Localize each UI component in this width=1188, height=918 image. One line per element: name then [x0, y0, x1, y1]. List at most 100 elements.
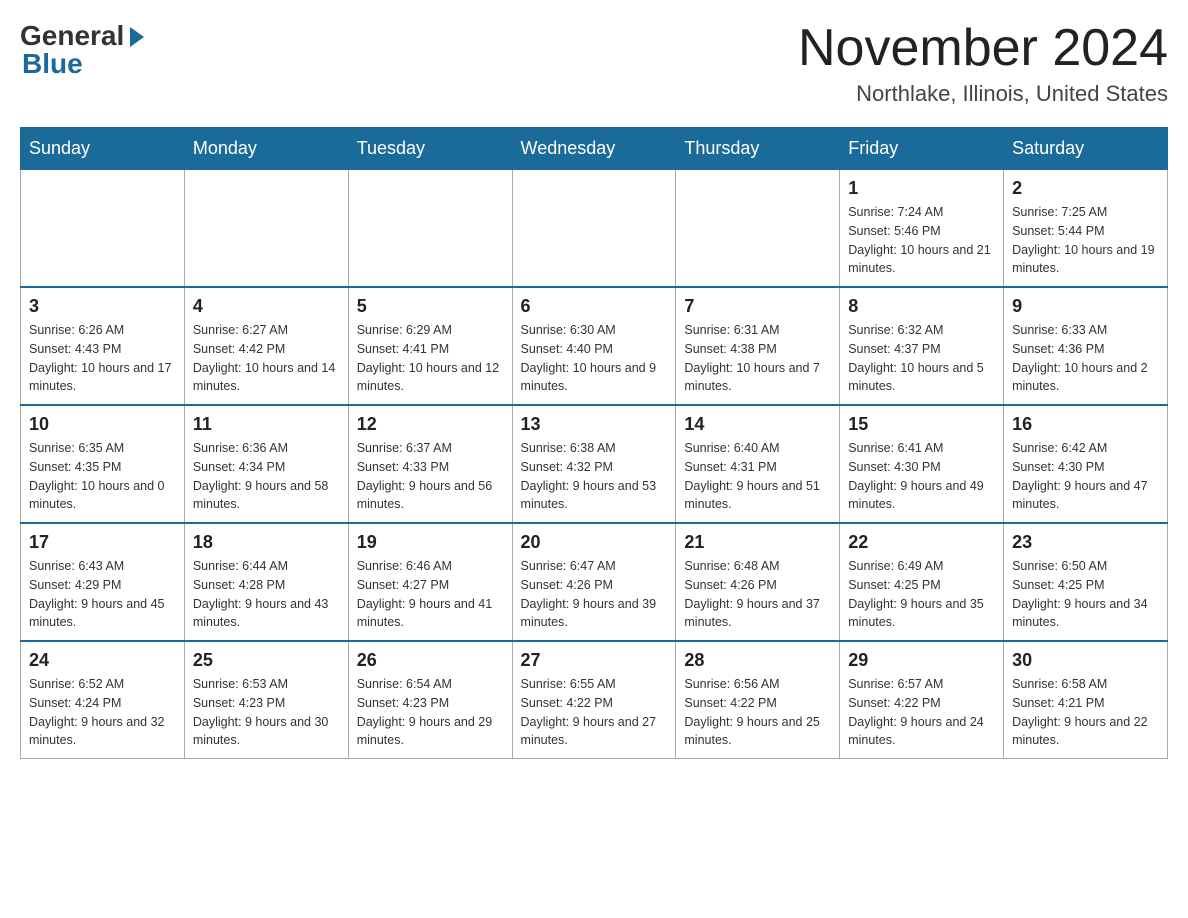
calendar-cell [676, 170, 840, 288]
day-number: 3 [29, 296, 176, 317]
day-info: Sunrise: 6:46 AMSunset: 4:27 PMDaylight:… [357, 557, 504, 632]
day-info: Sunrise: 6:26 AMSunset: 4:43 PMDaylight:… [29, 321, 176, 396]
day-number: 18 [193, 532, 340, 553]
calendar-cell: 22Sunrise: 6:49 AMSunset: 4:25 PMDayligh… [840, 523, 1004, 641]
calendar-week-row: 24Sunrise: 6:52 AMSunset: 4:24 PMDayligh… [21, 641, 1168, 759]
calendar-header-sunday: Sunday [21, 128, 185, 170]
page-header: General Blue November 2024 Northlake, Il… [20, 20, 1168, 107]
day-info: Sunrise: 6:31 AMSunset: 4:38 PMDaylight:… [684, 321, 831, 396]
day-info: Sunrise: 6:36 AMSunset: 4:34 PMDaylight:… [193, 439, 340, 514]
calendar-cell: 14 Sunrise: 6:40 AMSunset: 4:31 PMDayligh… [676, 405, 840, 523]
title-section: November 2024 Northlake, Illinois, Unite… [798, 20, 1168, 107]
calendar-header-row: SundayMondayTuesdayWednesdayThursdayFrid… [21, 128, 1168, 170]
calendar-cell: 18 Sunrise: 6:44 AMSunset: 4:28 PMDayligh… [184, 523, 348, 641]
calendar-cell: 23 Sunrise: 6:50 AMSunset: 4:25 PMDayligh… [1004, 523, 1168, 641]
calendar-cell [21, 170, 185, 288]
month-title: November 2024 [798, 20, 1168, 77]
calendar-header-thursday: Thursday [676, 128, 840, 170]
calendar-cell: 9 Sunrise: 6:33 AMSunset: 4:36 PMDaylight… [1004, 287, 1168, 405]
day-number: 7 [684, 296, 831, 317]
day-info: Sunrise: 6:57 AMSunset: 4:22 PMDaylight:… [848, 675, 995, 750]
calendar-cell: 30 Sunrise: 6:58 AMSunset: 4:21 PMDayligh… [1004, 641, 1168, 759]
day-info: Sunrise: 7:25 AMSunset: 5:44 PMDaylight:… [1012, 203, 1159, 278]
day-info: Sunrise: 6:49 AMSunset: 4:25 PMDaylight:… [848, 557, 995, 632]
calendar-cell: 15Sunrise: 6:41 AMSunset: 4:30 PMDayligh… [840, 405, 1004, 523]
day-number: 17 [29, 532, 176, 553]
logo-arrow-icon [130, 27, 144, 47]
day-number: 14 [684, 414, 831, 435]
calendar-cell: 24Sunrise: 6:52 AMSunset: 4:24 PMDayligh… [21, 641, 185, 759]
day-number: 26 [357, 650, 504, 671]
day-info: Sunrise: 6:50 AMSunset: 4:25 PMDaylight:… [1012, 557, 1159, 632]
day-info: Sunrise: 6:55 AMSunset: 4:22 PMDaylight:… [521, 675, 668, 750]
day-info: Sunrise: 6:43 AMSunset: 4:29 PMDaylight:… [29, 557, 176, 632]
calendar-cell: 27 Sunrise: 6:55 AMSunset: 4:22 PMDayligh… [512, 641, 676, 759]
day-info: Sunrise: 6:41 AMSunset: 4:30 PMDaylight:… [848, 439, 995, 514]
day-info: Sunrise: 6:58 AMSunset: 4:21 PMDaylight:… [1012, 675, 1159, 750]
day-number: 11 [193, 414, 340, 435]
day-number: 12 [357, 414, 504, 435]
day-info: Sunrise: 6:42 AMSunset: 4:30 PMDaylight:… [1012, 439, 1159, 514]
day-info: Sunrise: 6:48 AMSunset: 4:26 PMDaylight:… [684, 557, 831, 632]
calendar-cell: 16 Sunrise: 6:42 AMSunset: 4:30 PMDayligh… [1004, 405, 1168, 523]
day-number: 20 [521, 532, 668, 553]
day-info: Sunrise: 6:40 AMSunset: 4:31 PMDaylight:… [684, 439, 831, 514]
day-number: 13 [521, 414, 668, 435]
calendar-cell: 26Sunrise: 6:54 AMSunset: 4:23 PMDayligh… [348, 641, 512, 759]
day-info: Sunrise: 6:33 AMSunset: 4:36 PMDaylight:… [1012, 321, 1159, 396]
calendar-week-row: 10 Sunrise: 6:35 AMSunset: 4:35 PMDayligh… [21, 405, 1168, 523]
day-info: Sunrise: 6:44 AMSunset: 4:28 PMDaylight:… [193, 557, 340, 632]
calendar-cell: 2 Sunrise: 7:25 AMSunset: 5:44 PMDaylight… [1004, 170, 1168, 288]
day-info: Sunrise: 6:38 AMSunset: 4:32 PMDaylight:… [521, 439, 668, 514]
calendar-cell: 13 Sunrise: 6:38 AMSunset: 4:32 PMDayligh… [512, 405, 676, 523]
day-number: 4 [193, 296, 340, 317]
calendar-cell: 3 Sunrise: 6:26 AMSunset: 4:43 PMDaylight… [21, 287, 185, 405]
calendar-cell: 11 Sunrise: 6:36 AMSunset: 4:34 PMDayligh… [184, 405, 348, 523]
day-number: 21 [684, 532, 831, 553]
day-number: 10 [29, 414, 176, 435]
day-info: Sunrise: 6:27 AMSunset: 4:42 PMDaylight:… [193, 321, 340, 396]
calendar-header-friday: Friday [840, 128, 1004, 170]
day-info: Sunrise: 6:47 AMSunset: 4:26 PMDaylight:… [521, 557, 668, 632]
calendar-cell [184, 170, 348, 288]
calendar-week-row: 3 Sunrise: 6:26 AMSunset: 4:43 PMDaylight… [21, 287, 1168, 405]
calendar-header-saturday: Saturday [1004, 128, 1168, 170]
day-info: Sunrise: 7:24 AMSunset: 5:46 PMDaylight:… [848, 203, 995, 278]
calendar-cell [512, 170, 676, 288]
calendar-header-tuesday: Tuesday [348, 128, 512, 170]
calendar-cell: 28Sunrise: 6:56 AMSunset: 4:22 PMDayligh… [676, 641, 840, 759]
calendar-cell: 20 Sunrise: 6:47 AMSunset: 4:26 PMDayligh… [512, 523, 676, 641]
calendar-cell: 1 Sunrise: 7:24 AMSunset: 5:46 PMDaylight… [840, 170, 1004, 288]
day-number: 23 [1012, 532, 1159, 553]
day-number: 25 [193, 650, 340, 671]
logo-blue: Blue [22, 48, 83, 80]
calendar-cell: 7 Sunrise: 6:31 AMSunset: 4:38 PMDaylight… [676, 287, 840, 405]
calendar-cell: 29 Sunrise: 6:57 AMSunset: 4:22 PMDayligh… [840, 641, 1004, 759]
day-number: 27 [521, 650, 668, 671]
day-info: Sunrise: 6:53 AMSunset: 4:23 PMDaylight:… [193, 675, 340, 750]
calendar-cell: 6Sunrise: 6:30 AMSunset: 4:40 PMDaylight… [512, 287, 676, 405]
calendar-cell [348, 170, 512, 288]
calendar-cell: 12 Sunrise: 6:37 AMSunset: 4:33 PMDayligh… [348, 405, 512, 523]
calendar-table: SundayMondayTuesdayWednesdayThursdayFrid… [20, 127, 1168, 759]
calendar-cell: 17 Sunrise: 6:43 AMSunset: 4:29 PMDayligh… [21, 523, 185, 641]
calendar-cell: 19 Sunrise: 6:46 AMSunset: 4:27 PMDayligh… [348, 523, 512, 641]
day-number: 16 [1012, 414, 1159, 435]
day-info: Sunrise: 6:30 AMSunset: 4:40 PMDaylight:… [521, 321, 668, 396]
day-info: Sunrise: 6:56 AMSunset: 4:22 PMDaylight:… [684, 675, 831, 750]
day-number: 29 [848, 650, 995, 671]
calendar-header-monday: Monday [184, 128, 348, 170]
day-number: 8 [848, 296, 995, 317]
calendar-cell: 4 Sunrise: 6:27 AMSunset: 4:42 PMDaylight… [184, 287, 348, 405]
day-number: 2 [1012, 178, 1159, 199]
day-number: 9 [1012, 296, 1159, 317]
location: Northlake, Illinois, United States [798, 81, 1168, 107]
day-number: 30 [1012, 650, 1159, 671]
day-number: 1 [848, 178, 995, 199]
day-number: 19 [357, 532, 504, 553]
day-info: Sunrise: 6:37 AMSunset: 4:33 PMDaylight:… [357, 439, 504, 514]
day-info: Sunrise: 6:52 AMSunset: 4:24 PMDaylight:… [29, 675, 176, 750]
calendar-week-row: 17 Sunrise: 6:43 AMSunset: 4:29 PMDayligh… [21, 523, 1168, 641]
day-info: Sunrise: 6:35 AMSunset: 4:35 PMDaylight:… [29, 439, 176, 514]
calendar-cell: 25 Sunrise: 6:53 AMSunset: 4:23 PMDayligh… [184, 641, 348, 759]
